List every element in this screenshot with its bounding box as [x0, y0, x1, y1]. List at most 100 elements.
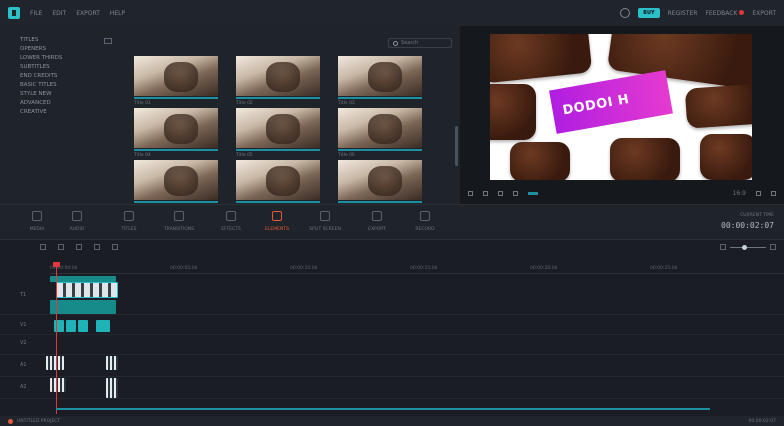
title-thumbnail[interactable]: Title 01	[134, 56, 218, 106]
track-label[interactable]: V2	[20, 340, 27, 346]
preview-panel: DODOI H 16:9	[460, 26, 784, 204]
media-library: Search Title 01 Title 02 Title 03 Title …	[122, 26, 460, 210]
track-divider	[0, 376, 784, 377]
preview-screen: DODOI H	[490, 34, 752, 180]
title-clip[interactable]	[50, 300, 116, 314]
zoom-slider[interactable]	[730, 244, 766, 250]
register-link[interactable]: REGISTER	[668, 10, 698, 17]
play-icon[interactable]	[498, 190, 503, 196]
search-icon	[393, 40, 398, 46]
menu-help[interactable]: HELP	[110, 10, 125, 17]
split-screen-icon	[320, 211, 330, 221]
track-divider	[0, 314, 784, 315]
menu-file[interactable]: FILE	[30, 10, 42, 17]
playback-controls: 16:9	[460, 186, 784, 200]
title-thumbnail[interactable]: Title 07	[134, 160, 218, 210]
tool-audio[interactable]: AUDIO	[52, 211, 102, 232]
search-input[interactable]: Search	[388, 38, 452, 48]
category-item[interactable]: BASIC TITLES	[20, 81, 122, 90]
title-thumbnail[interactable]: Title 03	[338, 56, 422, 106]
buy-badge[interactable]: BUY	[638, 8, 660, 18]
chocolate-piece	[700, 134, 752, 180]
zoom-in-icon[interactable]	[770, 244, 776, 250]
tool-titles[interactable]: TITLES	[104, 211, 154, 232]
export-top-button[interactable]: EXPORT	[752, 10, 776, 17]
timeline-scrollbar[interactable]	[56, 408, 710, 410]
text-clip[interactable]	[66, 320, 76, 332]
chocolate-piece	[490, 34, 593, 84]
undo-icon[interactable]	[40, 244, 46, 250]
library-sidebar: TITLES OPENERS LOWER THIRDS SUBTITLES EN…	[0, 26, 122, 204]
feedback-link[interactable]: FEEDBACK	[705, 9, 745, 17]
elements-icon	[272, 211, 282, 221]
audio-clip[interactable]	[106, 356, 118, 370]
menu-bar: FILE EDIT EXPORT HELP	[30, 10, 125, 17]
ruler-tick: 00:00:05:00	[170, 266, 198, 271]
category-item[interactable]: ADVANCED	[20, 99, 122, 108]
title-thumbnail[interactable]: Title 06	[338, 108, 422, 158]
video-clip[interactable]	[56, 282, 118, 298]
tool-transitions[interactable]: TRANSITIONS	[154, 211, 204, 232]
title-thumbnail[interactable]: Title 05	[236, 108, 320, 158]
tool-export[interactable]: EXPORT	[352, 211, 402, 232]
titles-icon	[124, 211, 134, 221]
crop-icon[interactable]	[112, 244, 118, 250]
notification-dot-icon	[739, 9, 745, 15]
track-label[interactable]: A2	[20, 384, 27, 390]
category-item[interactable]: OPENERS	[20, 45, 122, 54]
track-label[interactable]: T1	[20, 292, 26, 298]
tool-split-screen[interactable]: SPLIT SCREEN	[300, 211, 350, 232]
library-scrollbar[interactable]	[455, 126, 458, 166]
text-clip[interactable]	[96, 320, 110, 332]
skip-back-icon[interactable]	[468, 190, 473, 196]
title-thumbnail[interactable]: Title 04	[134, 108, 218, 158]
title-thumbnail[interactable]: Title 02	[236, 56, 320, 106]
playhead[interactable]	[53, 262, 60, 414]
record-icon	[420, 211, 430, 221]
menu-export[interactable]: EXPORT	[76, 10, 100, 17]
audio-clip[interactable]	[46, 356, 64, 370]
lightbulb-icon[interactable]	[620, 8, 631, 18]
step-back-icon[interactable]	[483, 190, 488, 196]
track-label[interactable]: A1	[20, 362, 27, 368]
delete-icon[interactable]	[76, 244, 82, 250]
redo-icon[interactable]	[58, 244, 64, 250]
title-overlay[interactable]: DODOI H	[549, 70, 673, 134]
menu-edit[interactable]: EDIT	[52, 10, 66, 17]
progress-indicator[interactable]	[528, 191, 538, 195]
ruler-tick: 00:00:15:00	[410, 266, 438, 271]
cut-icon[interactable]	[94, 244, 100, 250]
category-item[interactable]: LOWER THIRDS	[20, 54, 122, 63]
timeline-panel: 00:00:00:00 00:00:05:00 00:00:10:00 00:0…	[0, 240, 784, 416]
track-label[interactable]: V1	[20, 322, 27, 328]
project-name: UNTITLED PROJECT	[17, 418, 61, 424]
status-bar: UNTITLED PROJECT 00:00:02:07	[0, 416, 784, 426]
time-ruler[interactable]: 00:00:00:00 00:00:05:00 00:00:10:00 00:0…	[50, 266, 784, 274]
category-item[interactable]: END CREDITS	[20, 72, 122, 81]
snapshot-icon[interactable]	[756, 190, 761, 196]
audio-clip[interactable]	[106, 378, 118, 398]
tool-record[interactable]: RECORD	[400, 211, 450, 232]
aspect-ratio[interactable]: 16:9	[733, 190, 746, 197]
fullscreen-icon[interactable]	[771, 190, 776, 196]
tool-effects[interactable]: EFFECTS	[206, 211, 256, 232]
zoom-out-icon[interactable]	[720, 244, 726, 250]
transitions-icon	[174, 211, 184, 221]
top-right-controls: BUY REGISTER FEEDBACK EXPORT	[620, 8, 776, 18]
audio-icon	[72, 211, 82, 221]
collapse-sidebar-icon[interactable]	[104, 38, 112, 44]
title-thumbnail[interactable]: Title 09	[338, 160, 422, 210]
audio-clip[interactable]	[50, 378, 66, 392]
chocolate-piece	[610, 138, 680, 180]
category-item[interactable]: CREATIVE	[20, 108, 122, 117]
category-item[interactable]: SUBTITLES	[20, 63, 122, 72]
chocolate-piece	[684, 83, 752, 129]
editing-toolbar: MEDIA AUDIO TITLES TRANSITIONS EFFECTS E…	[0, 204, 784, 240]
title-thumbnail[interactable]: Title 08	[236, 160, 320, 210]
category-item[interactable]: STYLE NEW	[20, 90, 122, 99]
zoom-knob[interactable]	[742, 244, 747, 250]
text-clip[interactable]	[78, 320, 88, 332]
chocolate-piece	[510, 142, 570, 180]
stop-icon[interactable]	[513, 190, 518, 196]
tool-elements[interactable]: ELEMENTS	[252, 211, 302, 232]
